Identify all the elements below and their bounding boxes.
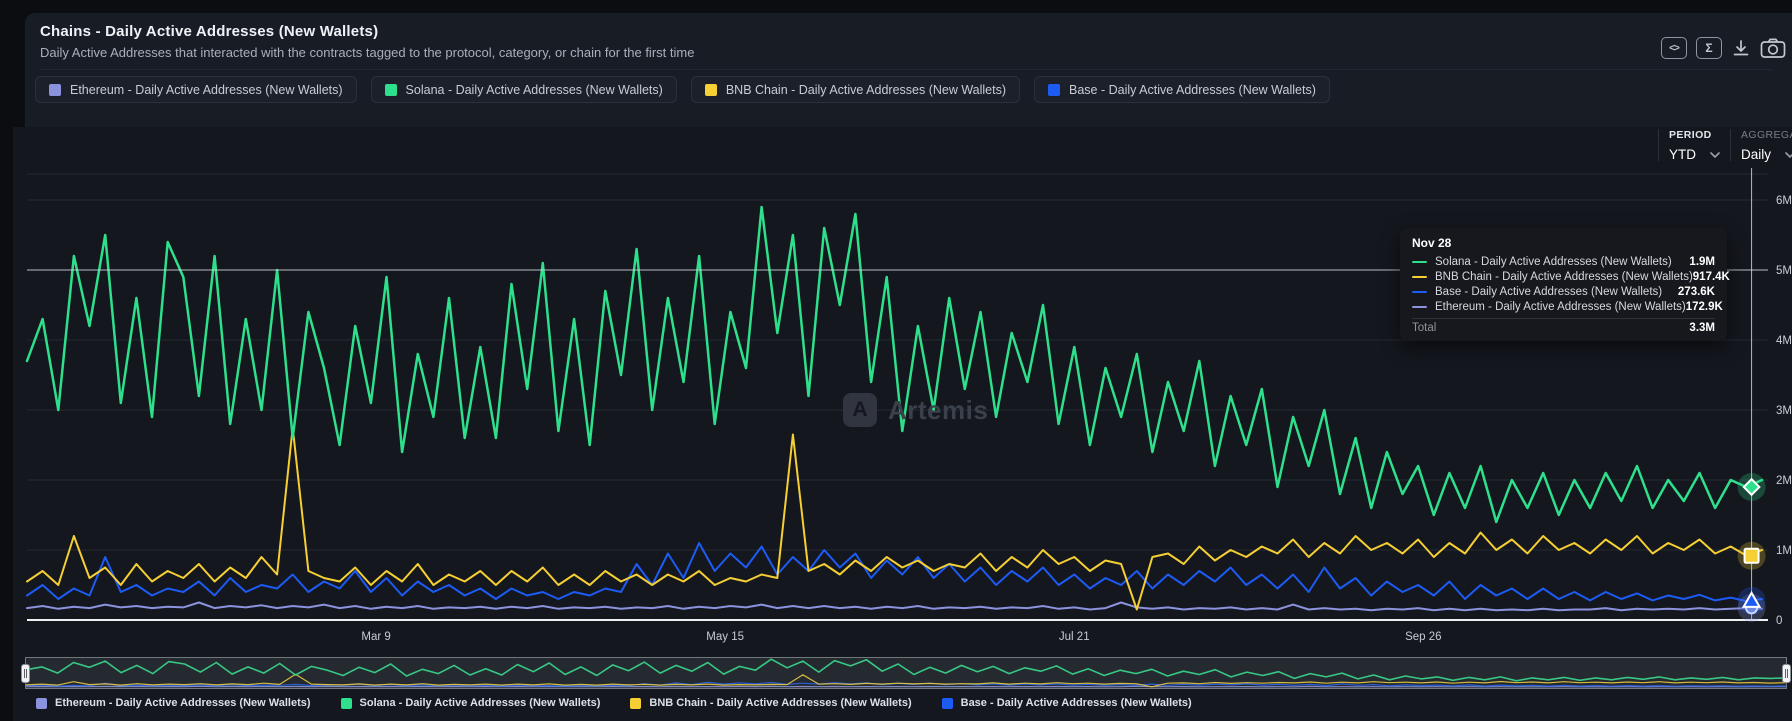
bottom-legend-label: Base - Daily Active Addresses (New Walle… bbox=[960, 697, 1192, 709]
bottom-legend-label: Ethereum - Daily Active Addresses (New W… bbox=[55, 697, 311, 709]
tooltip-total-value: 3.3M bbox=[1689, 322, 1715, 334]
tooltip-series-value: 172.9K bbox=[1685, 300, 1723, 313]
tooltip-total-label: Total bbox=[1412, 322, 1437, 334]
bottom-legend: Ethereum - Daily Active Addresses (New W… bbox=[36, 697, 1192, 709]
y-axis-tick-label: 5M bbox=[1776, 265, 1792, 277]
series-dash-icon bbox=[1412, 290, 1427, 293]
bottom-legend-item[interactable]: Base - Daily Active Addresses (New Walle… bbox=[941, 697, 1192, 709]
tooltip-series-label: Ethereum - Daily Active Addresses (New W… bbox=[1435, 300, 1686, 313]
tooltip-series-row: Ethereum - Daily Active Addresses (New W… bbox=[1412, 299, 1723, 314]
tooltip-series-row: BNB Chain - Daily Active Addresses (New … bbox=[1412, 269, 1730, 284]
series-line bbox=[26, 542, 1763, 603]
bottom-legend-item[interactable]: Solana - Daily Active Addresses (New Wal… bbox=[340, 697, 601, 709]
tooltip-series-label: BNB Chain - Daily Active Addresses (New … bbox=[1435, 270, 1693, 283]
series-line bbox=[26, 426, 1763, 611]
series-line bbox=[26, 601, 1763, 612]
series-color-swatch bbox=[941, 697, 953, 709]
tooltip-series-row: Base - Daily Active Addresses (New Walle… bbox=[1412, 284, 1715, 299]
series-color-swatch bbox=[630, 697, 642, 709]
bottom-legend-label: BNB Chain - Daily Active Addresses (New … bbox=[649, 697, 912, 709]
y-axis-tick-label: 1M bbox=[1776, 545, 1792, 557]
tooltip-series-value: 273.6K bbox=[1677, 285, 1715, 298]
tooltip-date: Nov 28 bbox=[1412, 236, 1452, 250]
x-axis-tick-label: Mar 9 bbox=[361, 631, 390, 643]
x-axis-tick-label: May 15 bbox=[706, 631, 744, 643]
dashboard-page: Chains - Daily Active Addresses (New Wal… bbox=[0, 0, 1792, 721]
series-color-swatch bbox=[36, 697, 47, 709]
bottom-legend-item[interactable]: BNB Chain - Daily Active Addresses (New … bbox=[630, 697, 912, 709]
y-axis-tick-label: 3M bbox=[1776, 405, 1792, 417]
crosshair-marker-square bbox=[1743, 547, 1760, 564]
y-axis-tick-label: 0 bbox=[1776, 615, 1782, 627]
minimap-left-handle[interactable] bbox=[21, 664, 30, 683]
range-selector-minimap[interactable] bbox=[21, 657, 1791, 689]
x-axis-tick-label: Jul 21 bbox=[1059, 631, 1090, 643]
y-axis-tick-label: 6M bbox=[1776, 195, 1792, 207]
chart-plot-area[interactable]: 0 1M 2M 3M 4M 5M 6M Mar 9 May 15 Jul 21 Sep 26 bbox=[0, 0, 1792, 721]
tooltip-total-row: Total 3.3M bbox=[1412, 318, 1715, 334]
bottom-legend-label: Solana - Daily Active Addresses (New Wal… bbox=[359, 697, 601, 709]
tooltip-series-value: 917.4K bbox=[1692, 270, 1730, 283]
x-axis-tick-label: Sep 26 bbox=[1405, 631, 1441, 643]
series-color-swatch bbox=[340, 697, 352, 709]
series-dash-icon bbox=[1412, 275, 1427, 278]
tooltip-series-label: Solana - Daily Active Addresses (New Wal… bbox=[1435, 255, 1672, 268]
tooltip-series-row: Solana - Daily Active Addresses (New Wal… bbox=[1412, 254, 1715, 269]
tooltip-series-value: 1.9M bbox=[1689, 255, 1715, 268]
series-dash-icon bbox=[1412, 260, 1427, 263]
y-axis-tick-label: 2M bbox=[1776, 475, 1792, 487]
tooltip-series-label: Base - Daily Active Addresses (New Walle… bbox=[1435, 285, 1663, 298]
chart-tooltip: Nov 28 Solana - Daily Active Addresses (… bbox=[1400, 228, 1730, 341]
y-axis-tick-label: 4M bbox=[1776, 335, 1792, 347]
series-dash-icon bbox=[1412, 305, 1427, 308]
bottom-legend-item[interactable]: Ethereum - Daily Active Addresses (New W… bbox=[36, 697, 311, 709]
minimap-right-handle[interactable] bbox=[1782, 664, 1791, 683]
